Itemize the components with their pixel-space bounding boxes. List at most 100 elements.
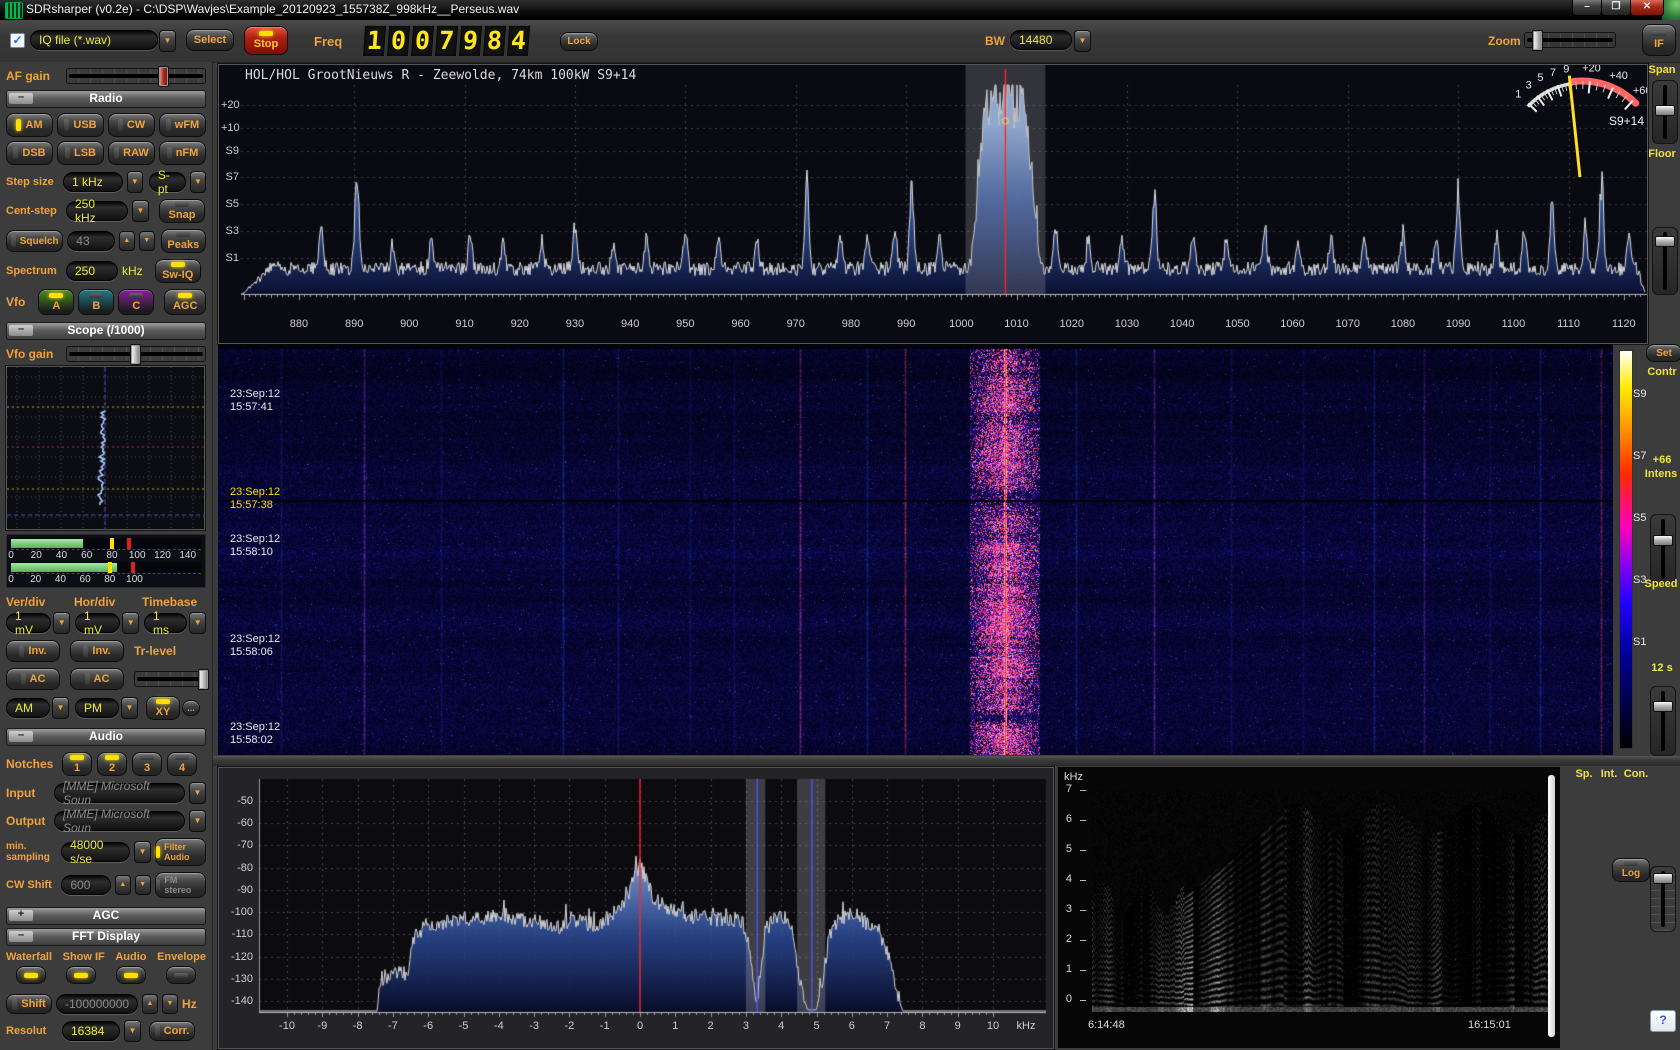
vfo-button-a[interactable]: A (38, 289, 74, 315)
span-slider[interactable] (1652, 80, 1678, 144)
fft-collapse-icon[interactable]: – (9, 931, 33, 942)
sampling-arrow-icon[interactable]: ▼ (134, 841, 151, 863)
step-size-arrow-icon[interactable]: ▼ (127, 171, 143, 193)
hor-div-arrow-icon[interactable]: ▼ (122, 612, 139, 634)
source-enable-checkbox[interactable]: ✓ (10, 33, 25, 48)
xy-button[interactable]: XY (146, 696, 180, 720)
shift-value-input[interactable]: -100000000 (56, 994, 138, 1014)
input-arrow-icon[interactable]: ▼ (189, 782, 206, 804)
cw-shift-input[interactable]: 600 (61, 875, 111, 895)
minimize-icon[interactable]: – (1572, 0, 1602, 16)
output-select[interactable]: [MME] Microsoft Soun (54, 811, 185, 831)
scope-ch1-select[interactable]: AM (6, 698, 50, 718)
source-select[interactable]: IQ file (*.wav) (30, 30, 158, 50)
af-gain-slider[interactable] (66, 68, 206, 84)
mode-button-cw[interactable]: CW (108, 113, 155, 137)
intensity-slider-thumb[interactable] (1653, 701, 1673, 712)
input-select[interactable]: [MME] Microsoft Soun (54, 783, 185, 803)
contrast-slider[interactable] (1650, 514, 1676, 584)
notch-button-4[interactable]: 4 (167, 752, 197, 776)
cw-shift-down-icon[interactable]: ▼ (135, 875, 151, 895)
notch-button-3[interactable]: 3 (132, 752, 162, 776)
step-size-select[interactable]: 1 kHz (63, 172, 123, 192)
audio-fft-display[interactable] (219, 768, 1053, 1048)
ver-ac-button[interactable]: AC (6, 668, 60, 690)
spectrum-width-input[interactable]: 250 (66, 261, 118, 281)
squelch-level-input[interactable]: 43 (67, 231, 115, 251)
horizontal-splitter[interactable] (213, 756, 1680, 766)
filter-audio-button[interactable]: Filter Audio (155, 838, 206, 866)
tr-level-slider[interactable] (134, 671, 206, 687)
agc-button[interactable]: AGC (164, 289, 206, 315)
sw-iq-button[interactable]: Sw-IQ (155, 259, 201, 283)
scope-ch1-arrow-icon[interactable]: ▼ (52, 697, 69, 719)
shift-down-icon[interactable]: ▼ (162, 994, 178, 1014)
timebase-arrow-icon[interactable]: ▼ (189, 612, 206, 634)
vfo-gain-slider-thumb[interactable] (130, 344, 141, 365)
vfo-button-b[interactable]: B (78, 289, 114, 315)
resolution-arrow-icon[interactable]: ▼ (124, 1020, 141, 1042)
fft-toggle-waterfall[interactable] (16, 966, 46, 984)
fft-toggle-audio[interactable] (116, 966, 146, 984)
fft-toggle-envelope[interactable] (166, 966, 196, 984)
mode-button-raw[interactable]: RAW (108, 141, 155, 165)
frequency-display[interactable]: 1007984 (363, 25, 530, 57)
peaks-button[interactable]: Peaks (161, 229, 206, 253)
stop-button[interactable]: Stop (244, 26, 288, 55)
source-select-arrow-icon[interactable]: ▼ (159, 30, 176, 52)
af-gain-slider-thumb[interactable] (158, 66, 169, 87)
waterfall-display[interactable] (218, 344, 1613, 755)
mode-button-wfm[interactable]: wFM (159, 113, 206, 137)
cw-shift-up-icon[interactable]: ▲ (115, 875, 131, 895)
rf-spectrum-display[interactable] (219, 65, 1647, 343)
log-button[interactable]: Log (1612, 858, 1650, 882)
s-pt-select[interactable]: S-pt (149, 172, 186, 192)
squelch-button[interactable]: Squelch (6, 230, 63, 252)
fft-group-header[interactable]: – FFT Display (6, 928, 206, 946)
speed-slider-thumb[interactable] (1653, 873, 1673, 884)
audio-spectrogram-display[interactable] (1092, 790, 1548, 1012)
help-button[interactable]: ? (1650, 1010, 1676, 1032)
shift-up-icon[interactable]: ▲ (142, 994, 158, 1014)
mode-button-nfm[interactable]: nFM (159, 141, 206, 165)
notch-button-1[interactable]: 1 (62, 752, 92, 776)
mode-button-usb[interactable]: USB (57, 113, 104, 137)
radio-collapse-icon[interactable]: – (9, 93, 33, 104)
tr-level-slider-thumb[interactable] (198, 669, 209, 690)
select-button[interactable]: Select (186, 29, 234, 51)
floor-slider-thumb[interactable] (1655, 236, 1675, 247)
shift-button[interactable]: Shift (6, 994, 52, 1014)
fft-toggle-show-if[interactable] (66, 966, 96, 984)
cent-step-arrow-icon[interactable]: ▼ (132, 200, 149, 222)
maximize-icon[interactable]: ❐ (1601, 0, 1631, 16)
agc-group-header[interactable]: + AGC (6, 907, 206, 925)
notch-button-2[interactable]: 2 (97, 752, 127, 776)
zoom-slider-thumb[interactable] (1532, 30, 1543, 51)
hor-div-select[interactable]: 1 mV (75, 613, 120, 633)
scope-more-button[interactable]: ... (182, 700, 200, 716)
agc-collapse-icon[interactable]: + (9, 910, 33, 921)
ver-div-select[interactable]: 1 mV (6, 613, 51, 633)
bw-select-arrow-icon[interactable]: ▼ (1074, 30, 1091, 52)
timebase-select[interactable]: 1 ms (144, 613, 187, 633)
scope-group-header[interactable]: – Scope (/1000) (6, 322, 206, 340)
mode-button-am[interactable]: AM (6, 113, 53, 137)
zoom-slider[interactable] (1524, 32, 1616, 48)
set-button[interactable]: Set (1646, 344, 1680, 362)
audio-group-header[interactable]: – Audio (6, 728, 206, 746)
sampling-select[interactable]: 48000 s/se (61, 842, 130, 862)
squelch-up-icon[interactable]: ▲ (119, 231, 135, 251)
contrast-slider-thumb[interactable] (1653, 535, 1673, 546)
squelch-down-icon[interactable]: ▼ (139, 231, 155, 251)
mode-button-dsb[interactable]: DSB (6, 141, 53, 165)
vfo-gain-slider[interactable] (66, 346, 206, 362)
snap-button[interactable]: Snap (159, 199, 205, 223)
corr-button[interactable]: Corr. (149, 1021, 195, 1041)
spectrogram-position-bar[interactable] (1548, 775, 1555, 1037)
radio-group-header[interactable]: – Radio (6, 90, 206, 108)
resolution-select[interactable]: 16384 (62, 1021, 120, 1041)
hor-ac-button[interactable]: AC (70, 668, 124, 690)
title-bar[interactable]: SDRsharper (v0.2e) - C:\DSP\Wavjes\Examp… (0, 0, 1680, 20)
bw-select[interactable]: 14480 (1010, 30, 1072, 50)
cent-step-select[interactable]: 250 kHz (66, 201, 128, 221)
